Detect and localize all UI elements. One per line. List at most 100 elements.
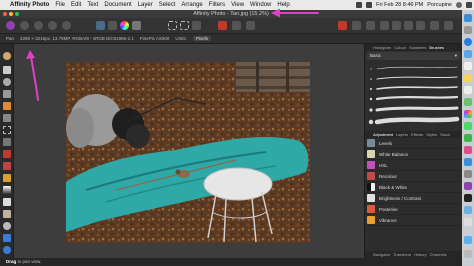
pen-tool-icon[interactable]	[3, 234, 11, 242]
minimize-window-icon[interactable]	[9, 12, 13, 16]
arrange-forward-icon[interactable]	[246, 21, 255, 30]
adjustment-posterise[interactable]: Posterise	[365, 204, 462, 215]
tab-effects[interactable]: Effects	[411, 132, 423, 137]
affinity-photo-icon[interactable]	[464, 182, 472, 190]
terminal-icon[interactable]	[464, 194, 472, 202]
adjustment-hsl[interactable]: HSL	[365, 160, 462, 171]
battery-icon[interactable]	[366, 2, 373, 8]
calendar-icon[interactable]	[464, 62, 472, 70]
flood-select-tool-icon[interactable]	[3, 114, 11, 122]
document-canvas[interactable]	[14, 44, 364, 258]
blemish-tool-icon[interactable]	[3, 210, 11, 218]
clone-tool-icon[interactable]	[3, 198, 11, 206]
invert-icon[interactable]	[192, 21, 201, 30]
snapping-icon[interactable]	[338, 21, 347, 30]
itunes-icon[interactable]	[464, 146, 472, 154]
freehand-selection-tool-icon[interactable]	[3, 138, 11, 146]
selection-brush-tool-icon[interactable]	[3, 102, 11, 110]
tab-transform[interactable]: Transform	[393, 252, 411, 257]
messages-icon[interactable]	[464, 122, 472, 130]
menu-help[interactable]: Help	[277, 2, 289, 8]
tab-navigator[interactable]: Navigator	[373, 252, 390, 257]
flip-horizontal-icon[interactable]	[380, 21, 389, 30]
menu-document[interactable]: Document	[104, 2, 131, 8]
tab-stock[interactable]: Stock	[440, 132, 450, 137]
persona-tonemap-icon[interactable]	[48, 21, 57, 30]
menu-app[interactable]: Affinity Photo	[10, 2, 49, 8]
quick-mask-icon[interactable]	[218, 21, 227, 30]
menu-select[interactable]: Select	[159, 2, 176, 8]
adjustment-black-white[interactable]: Black & White	[365, 182, 462, 193]
preview-icon[interactable]	[464, 206, 472, 214]
reminders-icon[interactable]	[464, 86, 472, 94]
studio-panels-icon[interactable]	[444, 21, 453, 30]
zoom-tool-icon[interactable]	[3, 78, 11, 86]
spotlight-search-icon[interactable]	[456, 2, 462, 8]
menu-filters[interactable]: Filters	[209, 2, 225, 8]
menu-file[interactable]: File	[55, 2, 65, 8]
launchpad-icon[interactable]	[464, 26, 472, 34]
zoom-window-icon[interactable]	[15, 12, 19, 16]
photos-icon[interactable]	[464, 110, 472, 118]
align-icon[interactable]	[232, 21, 241, 30]
menubar-user[interactable]: Porcupine	[427, 2, 452, 8]
menubar-clock[interactable]: Fri Feb 28 8:46 PM	[376, 2, 423, 8]
brush-category-select[interactable]: Basic ▾	[367, 52, 460, 60]
persona-develop-icon[interactable]	[34, 21, 43, 30]
grid-icon[interactable]	[352, 21, 361, 30]
system-preferences-icon[interactable]	[464, 170, 472, 178]
tab-brushes[interactable]: Brushes	[429, 45, 444, 50]
pixel-tool-icon[interactable]	[3, 162, 11, 170]
facetime-icon[interactable]	[464, 134, 472, 142]
tab-styles[interactable]: Styles	[426, 132, 437, 137]
assistant-icon[interactable]	[108, 21, 117, 30]
hand-tool-icon[interactable]	[3, 52, 11, 60]
rotate-right-icon[interactable]	[416, 21, 425, 30]
app-store-icon[interactable]	[464, 158, 472, 166]
tab-histogram[interactable]: Histogram	[373, 45, 391, 50]
trash-icon[interactable]	[464, 250, 472, 258]
text-edit-icon[interactable]	[464, 218, 472, 226]
rotate-left-icon[interactable]	[404, 21, 413, 30]
menu-arrange[interactable]: Arrange	[181, 2, 202, 8]
wifi-icon[interactable]	[356, 2, 363, 8]
mail-icon[interactable]	[464, 50, 472, 58]
selection-rect-icon[interactable]	[168, 21, 177, 30]
adjustment-brightness-contrast[interactable]: Brightness / Contrast	[365, 193, 462, 204]
adjustment-white-balance[interactable]: White Balance	[365, 149, 462, 160]
tab-history[interactable]: History	[414, 252, 426, 257]
view-mode-icon[interactable]	[96, 21, 105, 30]
menu-text[interactable]: Text	[87, 2, 98, 8]
notification-center-icon[interactable]	[466, 2, 472, 8]
selection-brush-icon[interactable]	[180, 21, 189, 30]
safari-icon[interactable]	[464, 38, 472, 46]
close-window-icon[interactable]	[3, 12, 7, 16]
menu-layer[interactable]: Layer	[138, 2, 153, 8]
units-select[interactable]: Pixels	[192, 36, 211, 41]
persona-photo-icon[interactable]	[6, 21, 15, 30]
tab-swatches[interactable]: Swatches	[409, 45, 426, 50]
crop-tool-icon[interactable]	[3, 90, 11, 98]
persona-export-icon[interactable]	[62, 21, 71, 30]
menu-window[interactable]: Window	[250, 2, 271, 8]
flip-vertical-icon[interactable]	[392, 21, 401, 30]
persona-liquify-icon[interactable]	[20, 21, 29, 30]
maps-icon[interactable]	[464, 98, 472, 106]
colour-wheel-icon[interactable]	[120, 21, 129, 30]
notes-icon[interactable]	[464, 74, 472, 82]
flood-fill-tool-icon[interactable]	[3, 174, 11, 182]
tab-colour[interactable]: Colour	[394, 45, 406, 50]
menu-edit[interactable]: Edit	[71, 2, 81, 8]
move-tool-icon[interactable]	[3, 66, 11, 74]
adjustment-recolour[interactable]: Recolour	[365, 171, 462, 182]
adjustment-vibrance[interactable]: Vibrance	[365, 215, 462, 226]
photo-yard-tarp-table[interactable]	[66, 62, 310, 243]
dodge-tool-icon[interactable]	[3, 222, 11, 230]
tab-channels[interactable]: Channels	[430, 252, 447, 257]
levels-icon[interactable]	[132, 21, 141, 30]
marquee-tool-icon[interactable]	[3, 126, 11, 134]
colour-swatch-icon[interactable]	[3, 246, 11, 254]
paint-brush-tool-icon[interactable]	[3, 150, 11, 158]
transform-icon[interactable]	[366, 21, 375, 30]
gradient-tool-icon[interactable]	[3, 186, 11, 194]
